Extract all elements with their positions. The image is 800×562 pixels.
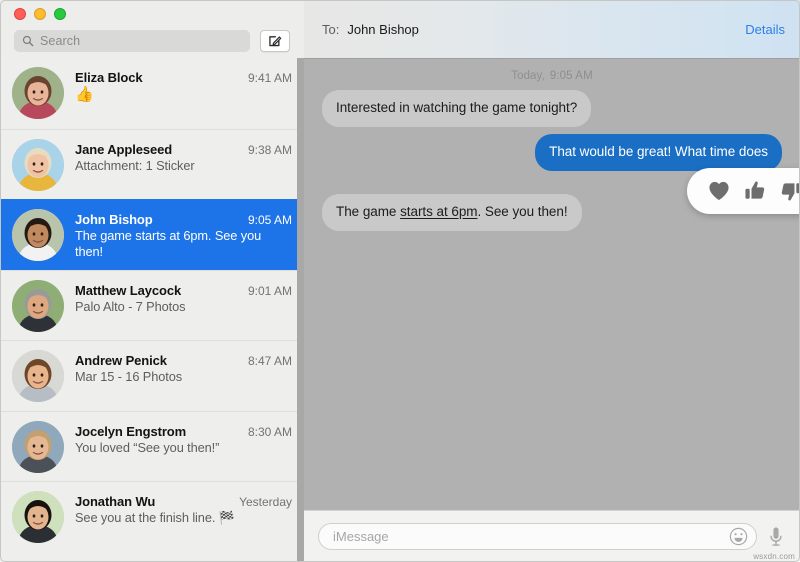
conversation-preview: Attachment: 1 Sticker bbox=[75, 158, 292, 174]
conversation-row-john-bishop[interactable]: John Bishop 9:05 AMThe game starts at 6pm… bbox=[0, 199, 304, 270]
conversation-time: 8:47 AM bbox=[248, 354, 292, 368]
search-row: Search bbox=[0, 27, 304, 55]
conversation-time: 9:05 AM bbox=[248, 213, 292, 227]
date-detector-link[interactable]: starts at 6pm bbox=[400, 204, 477, 219]
message-row: Interested in watching the game tonight? bbox=[304, 90, 800, 127]
conversation-body: Jonathan Wu YesterdaySee you at the finis… bbox=[75, 491, 292, 552]
conversation-preview: The game starts at 6pm. See you then! bbox=[75, 228, 292, 259]
to-label: To: bbox=[322, 22, 339, 37]
tapback-heart-button[interactable] bbox=[706, 177, 732, 205]
compose-icon bbox=[268, 34, 282, 48]
avatar bbox=[12, 491, 64, 543]
tapback-picker[interactable]: HA HA !! ? bbox=[687, 168, 800, 214]
conversation-time: 8:30 AM bbox=[248, 425, 292, 439]
sidebar: Search Eliza Block 9:41 AM👍 Jane Appleseed… bbox=[0, 0, 304, 562]
conversation-body: John Bishop 9:05 AMThe game starts at 6pm… bbox=[75, 209, 292, 270]
conversation-preview: 👍 bbox=[75, 86, 292, 103]
timestamp-day: Today, bbox=[511, 70, 545, 82]
timestamp-time: 9:05 AM bbox=[550, 70, 593, 82]
message-text-before: The game bbox=[336, 204, 400, 219]
message-bubble-outgoing[interactable]: That would be great! What time does bbox=[535, 134, 782, 171]
conversation-header-line: Jonathan Wu Yesterday bbox=[75, 494, 292, 509]
conversation-name: Jonathan Wu bbox=[75, 494, 155, 509]
conversation-name: Andrew Penick bbox=[75, 353, 167, 368]
imessage-input[interactable]: iMessage bbox=[318, 523, 757, 550]
tapback-thumbs-down-button[interactable] bbox=[778, 177, 800, 205]
conversation-name: Jocelyn Engstrom bbox=[75, 424, 186, 439]
avatar bbox=[12, 139, 64, 191]
conversation-pane: To: John Bishop Details Today, 9:05 AM In… bbox=[304, 0, 800, 562]
thumbs-down-icon bbox=[780, 180, 800, 202]
conversation-preview: You loved “See you then!” bbox=[75, 440, 292, 456]
maximize-window-button[interactable] bbox=[54, 8, 66, 20]
avatar bbox=[12, 209, 64, 261]
minimize-window-button[interactable] bbox=[34, 8, 46, 20]
conversation-row-eliza-block[interactable]: Eliza Block 9:41 AM👍 bbox=[0, 58, 304, 129]
conversation-body: Eliza Block 9:41 AM👍 bbox=[75, 67, 292, 129]
avatar bbox=[12, 67, 64, 119]
conversation-header-line: Jocelyn Engstrom 8:30 AM bbox=[75, 424, 292, 439]
messages-window: Search Eliza Block 9:41 AM👍 Jane Appleseed… bbox=[0, 0, 800, 562]
microphone-icon[interactable] bbox=[766, 526, 786, 548]
message-bubble-incoming[interactable]: Interested in watching the game tonight? bbox=[322, 90, 591, 127]
details-button[interactable]: Details bbox=[745, 22, 785, 37]
conversation-preview: Palo Alto - 7 Photos bbox=[75, 299, 292, 315]
imessage-placeholder: iMessage bbox=[333, 529, 729, 544]
conversation-time: Yesterday bbox=[239, 495, 292, 509]
conversation-time: 9:01 AM bbox=[248, 284, 292, 298]
avatar bbox=[12, 350, 64, 402]
conversation-header-line: John Bishop 9:05 AM bbox=[75, 212, 292, 227]
close-window-button[interactable] bbox=[14, 8, 26, 20]
message-input-bar: iMessage bbox=[304, 510, 800, 562]
conversation-body: Matthew Laycock 9:01 AMPalo Alto - 7 Phot… bbox=[75, 280, 292, 341]
compose-message-button[interactable] bbox=[260, 30, 290, 52]
window-titlebar: Search bbox=[0, 0, 304, 58]
heart-icon bbox=[708, 181, 730, 201]
conversation-header-line: Matthew Laycock 9:01 AM bbox=[75, 283, 292, 298]
conversation-name: Jane Appleseed bbox=[75, 142, 172, 157]
tapback-thumbs-up-button[interactable] bbox=[742, 177, 768, 205]
recipient-name[interactable]: John Bishop bbox=[347, 22, 419, 37]
traffic-light-buttons bbox=[14, 8, 66, 20]
conversation-row-jane-appleseed[interactable]: Jane Appleseed 9:38 AMAttachment: 1 Stick… bbox=[0, 129, 304, 200]
conversation-body: Jocelyn Engstrom 8:30 AMYou loved “See yo… bbox=[75, 421, 292, 482]
message-text-after: . See you then! bbox=[477, 204, 567, 219]
message-timestamp: Today, 9:05 AM bbox=[304, 60, 800, 90]
smiley-icon[interactable] bbox=[729, 527, 748, 546]
conversation-row-matthew-laycock[interactable]: Matthew Laycock 9:01 AMPalo Alto - 7 Phot… bbox=[0, 270, 304, 341]
search-icon bbox=[22, 35, 34, 47]
conversation-time: 9:41 AM bbox=[248, 71, 292, 85]
message-row: That would be great! What time does bbox=[304, 134, 800, 171]
conversation-row-jocelyn-engstrom[interactable]: Jocelyn Engstrom 8:30 AMYou loved “See yo… bbox=[0, 411, 304, 482]
conversation-body: Andrew Penick 8:47 AMMar 15 - 16 Photos bbox=[75, 350, 292, 411]
messages-area: Today, 9:05 AM Interested in watching the… bbox=[304, 60, 800, 510]
conversation-preview: Mar 15 - 16 Photos bbox=[75, 369, 292, 385]
search-placeholder: Search bbox=[40, 34, 80, 48]
conversation-name: Matthew Laycock bbox=[75, 283, 181, 298]
message-bubble-incoming-link[interactable]: The game starts at 6pm. See you then! bbox=[322, 194, 582, 231]
conversation-body: Jane Appleseed 9:38 AMAttachment: 1 Stick… bbox=[75, 139, 292, 200]
conversation-header-line: Eliza Block 9:41 AM bbox=[75, 70, 292, 85]
conversation-header: To: John Bishop Details bbox=[304, 0, 800, 59]
conversation-name: John Bishop bbox=[75, 212, 153, 227]
thumbs-up-icon bbox=[744, 180, 766, 202]
conversation-name: Eliza Block bbox=[75, 70, 143, 85]
conversation-row-andrew-penick[interactable]: Andrew Penick 8:47 AMMar 15 - 16 Photos bbox=[0, 340, 304, 411]
avatar bbox=[12, 421, 64, 473]
conversation-header-line: Andrew Penick 8:47 AM bbox=[75, 353, 292, 368]
conversation-time: 9:38 AM bbox=[248, 143, 292, 157]
conversation-row-jonathan-wu[interactable]: Jonathan Wu YesterdaySee you at the finis… bbox=[0, 481, 304, 552]
sidebar-scrollbar[interactable] bbox=[297, 58, 304, 562]
conversation-list[interactable]: Eliza Block 9:41 AM👍 Jane Appleseed 9:38 AM… bbox=[0, 58, 304, 562]
search-input[interactable]: Search bbox=[14, 30, 250, 52]
watermark: wsxdn.com bbox=[753, 552, 795, 561]
conversation-header-line: Jane Appleseed 9:38 AM bbox=[75, 142, 292, 157]
avatar bbox=[12, 280, 64, 332]
conversation-preview: See you at the finish line. 🏁 bbox=[75, 510, 292, 526]
